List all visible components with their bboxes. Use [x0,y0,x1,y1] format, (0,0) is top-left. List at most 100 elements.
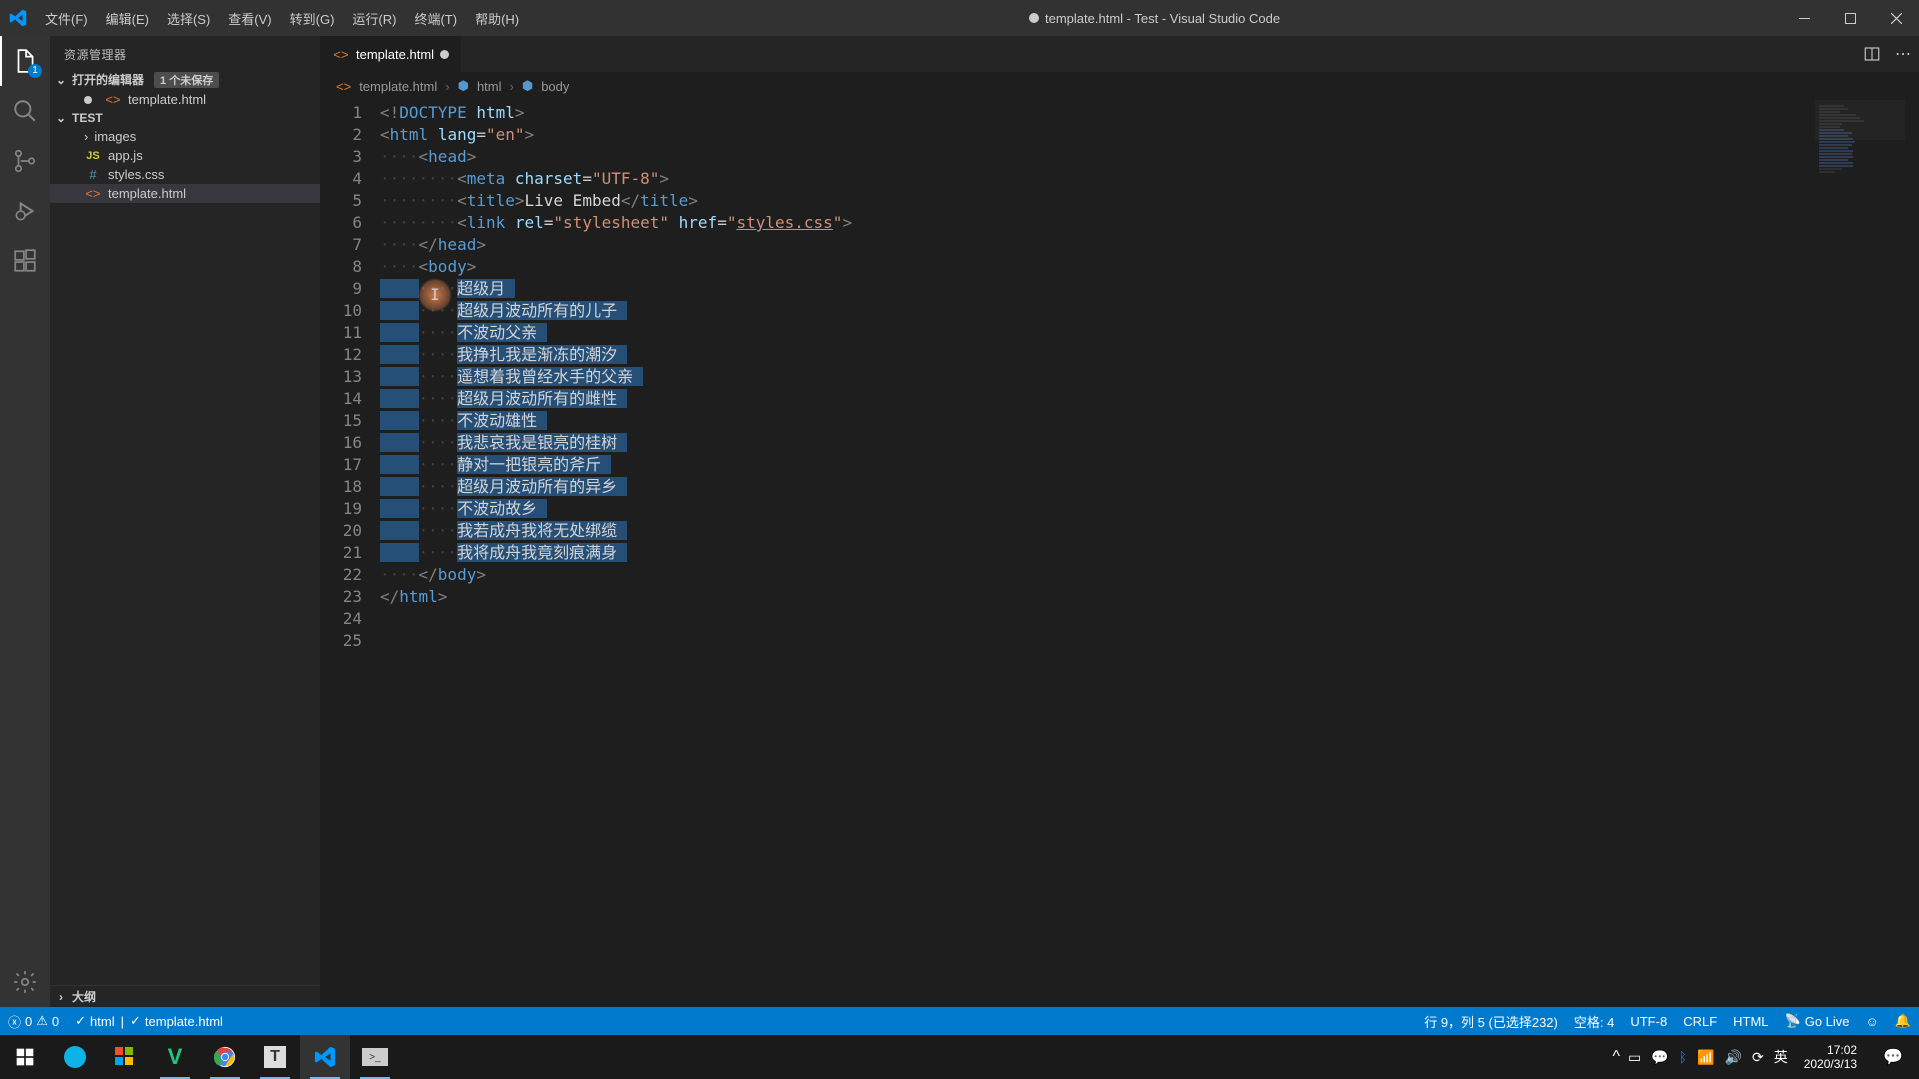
activity-extensions[interactable] [0,236,50,286]
activity-scm[interactable] [0,136,50,186]
sync-icon[interactable]: ⟳ [1752,1049,1764,1066]
status-bell[interactable]: 🔔 [1887,1007,1919,1035]
tab-template[interactable]: <> template.html [320,36,462,72]
menu-select[interactable]: 选择(S) [158,9,219,28]
menu-goto[interactable]: 转到(G) [281,9,344,28]
menu-edit[interactable]: 编辑(E) [97,9,158,28]
breadcrumb-file[interactable]: template.html [359,79,437,94]
status-cursor[interactable]: 行 9，列 5 (已选择232) [1416,1007,1566,1035]
menu-file[interactable]: 文件(F) [36,9,97,28]
line-gutter: 1234567891011121314151617181920212223242… [320,100,380,1007]
more-actions-icon[interactable]: ⋯ [1895,44,1911,64]
status-language[interactable]: HTML [1725,1007,1776,1035]
open-editors-label: 打开的编辑器 [72,71,144,88]
activity-search[interactable] [0,86,50,136]
chevron-down-icon: ⌄ [54,73,68,87]
css-file-icon: # [84,167,102,182]
bell-icon: 🔔 [1895,1013,1911,1029]
smiley-icon: ☺ [1866,1014,1879,1029]
maximize-button[interactable] [1827,0,1873,36]
folder-item[interactable]: › images [50,127,320,146]
start-button[interactable] [0,1035,50,1079]
file-item-js[interactable]: JS app.js [50,146,320,165]
ime-indicator[interactable]: 英 [1774,1047,1788,1067]
taskbar-app-3[interactable]: V [150,1035,200,1079]
html-file-icon: <> [336,79,351,94]
system-tray: ^ ▭ 💬 ᛒ 📶 🔊 ⟳ 英 17:02 2020/3/13 💬 [1612,1043,1919,1071]
breadcrumb[interactable]: <> template.html › ⬢ html › ⬢ body [320,72,1919,100]
sidebar-title: 资源管理器 [50,36,320,69]
status-golive[interactable]: 📡 Go Live [1777,1007,1858,1035]
outline-label: 大纲 [72,988,96,1005]
tag-icon: ⬢ [522,78,533,94]
titlebar: 文件(F) 编辑(E) 选择(S) 查看(V) 转到(G) 运行(R) 终端(T… [0,0,1919,36]
unsaved-dot-icon [1029,13,1039,23]
status-spaces[interactable]: 空格: 4 [1566,1007,1622,1035]
volume-icon[interactable]: 🔊 [1725,1049,1742,1066]
code-editor[interactable]: 1234567891011121314151617181920212223242… [320,100,1919,1007]
error-count: 0 [25,1014,32,1029]
vscode-logo-icon [0,9,36,27]
file-item-css[interactable]: # styles.css [50,165,320,184]
activitybar: 1 [0,36,50,1007]
taskbar-app-1[interactable] [50,1035,100,1079]
sidebar: 资源管理器 ⌄ 打开的编辑器 1 个未保存 <> template.html ⌄… [50,36,320,1007]
bluetooth-icon[interactable]: ᛒ [1679,1049,1687,1065]
check-label: html [90,1014,115,1029]
clock-date: 2020/3/13 [1804,1057,1857,1071]
minimize-button[interactable] [1781,0,1827,36]
menubar: 文件(F) 编辑(E) 选择(S) 查看(V) 转到(G) 运行(R) 终端(T… [36,9,528,28]
broadcast-icon: 📡 [1785,1013,1801,1029]
warning-count: 0 [52,1014,59,1029]
tab-label: template.html [356,47,434,62]
breadcrumb-html[interactable]: html [477,79,502,94]
clock[interactable]: 17:02 2020/3/13 [1796,1043,1865,1071]
file-name: app.js [108,148,143,163]
tab-modified-dot-icon [440,50,449,59]
check-icon: ✓ [75,1013,86,1029]
clock-time: 17:02 [1804,1043,1857,1057]
menu-run[interactable]: 运行(R) [343,9,405,28]
menu-terminal[interactable]: 终端(T) [405,9,466,28]
status-feedback[interactable]: ☺ [1858,1007,1887,1035]
taskbar-vscode[interactable] [300,1035,350,1079]
chevron-right-icon: › [510,79,514,94]
close-button[interactable] [1873,0,1919,36]
taskbar-app-2[interactable] [100,1035,150,1079]
workspace-header[interactable]: ⌄ TEST [50,109,320,127]
split-editor-icon[interactable] [1863,45,1881,63]
file-name: styles.css [108,167,164,182]
golive-label: Go Live [1805,1014,1850,1029]
battery-icon[interactable]: ▭ [1628,1049,1641,1066]
file-name: template.html [108,186,186,201]
status-check-html[interactable]: ✓html | ✓template.html [67,1007,231,1035]
outline-header[interactable]: › 大纲 [50,985,320,1007]
status-problems[interactable]: ⓧ 0 ⚠ 0 [0,1007,67,1035]
warning-icon: ⚠ [36,1013,48,1029]
taskbar-chrome[interactable] [200,1035,250,1079]
status-encoding[interactable]: UTF-8 [1622,1007,1675,1035]
open-editors-header[interactable]: ⌄ 打开的编辑器 1 个未保存 [50,69,320,90]
minimap[interactable] [1815,100,1905,1007]
wechat-icon[interactable]: 💬 [1651,1049,1668,1066]
file-item-html[interactable]: <> template.html [50,184,320,203]
taskbar-app-7[interactable]: >_ [350,1035,400,1079]
activity-explorer[interactable]: 1 [0,36,50,86]
wifi-icon[interactable]: 📶 [1697,1049,1714,1066]
error-icon: ⓧ [8,1012,21,1031]
activity-debug[interactable] [0,186,50,236]
js-file-icon: JS [84,150,102,162]
statusbar: ⓧ0 ⚠0 ✓html | ✓template.html 行 9，列 5 (已选… [0,1007,1919,1035]
windows-taskbar: V T >_ ^ ▭ 💬 ᛒ 📶 🔊 ⟳ 英 17:02 2020/3/13 💬 [0,1035,1919,1079]
check-icon: ✓ [130,1013,141,1029]
tray-chevron-icon[interactable]: ^ [1612,1048,1620,1066]
menu-help[interactable]: 帮助(H) [466,9,528,28]
breadcrumb-body[interactable]: body [541,79,569,94]
taskbar-app-5[interactable]: T [250,1035,300,1079]
activity-settings[interactable] [0,957,50,1007]
code-content[interactable]: I <!DOCTYPE html><html lang="en">····<he… [380,100,1919,1007]
menu-view[interactable]: 查看(V) [219,9,280,28]
notifications-icon[interactable]: 💬 [1873,1047,1913,1067]
open-editor-item[interactable]: <> template.html [50,90,320,109]
status-eol[interactable]: CRLF [1675,1007,1725,1035]
